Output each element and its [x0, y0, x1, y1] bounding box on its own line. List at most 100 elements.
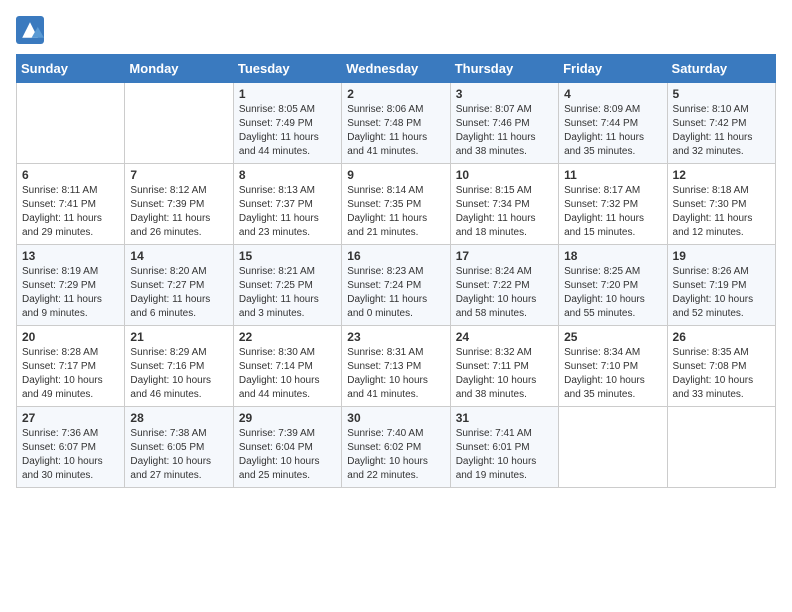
calendar-cell: 15 Sunrise: 8:21 AM Sunset: 7:25 PM Dayli…: [233, 245, 341, 326]
calendar-week-row: 13 Sunrise: 8:19 AM Sunset: 7:29 PM Dayli…: [17, 245, 776, 326]
cell-content: Sunrise: 8:12 AM Sunset: 7:39 PM Dayligh…: [130, 184, 227, 240]
day-number: 13: [22, 249, 119, 263]
calendar-cell: 21 Sunrise: 8:29 AM Sunset: 7:16 PM Dayli…: [125, 326, 233, 407]
cell-content: Sunrise: 8:14 AM Sunset: 7:35 PM Dayligh…: [347, 184, 444, 240]
calendar-cell: 13 Sunrise: 8:19 AM Sunset: 7:29 PM Dayli…: [17, 245, 125, 326]
calendar-cell: 28 Sunrise: 7:38 AM Sunset: 6:05 PM Dayli…: [125, 407, 233, 488]
calendar-cell: 14Sunrise: 8:20 AM Sunset: 7:27 PM Dayli…: [125, 245, 233, 326]
calendar-cell: 5 Sunrise: 8:10 AM Sunset: 7:42 PM Daylig…: [667, 83, 775, 164]
calendar-cell: 6 Sunrise: 8:11 AM Sunset: 7:41 PM Daylig…: [17, 164, 125, 245]
calendar-cell: 1Sunrise: 8:05 AM Sunset: 7:49 PM Daylig…: [233, 83, 341, 164]
day-number: 21: [130, 330, 227, 344]
weekday-header: Saturday: [667, 55, 775, 83]
calendar-cell: 29 Sunrise: 7:39 AM Sunset: 6:04 PM Dayli…: [233, 407, 341, 488]
calendar-cell: 11 Sunrise: 8:17 AM Sunset: 7:32 PM Dayli…: [559, 164, 667, 245]
calendar-cell: 3 Sunrise: 8:07 AM Sunset: 7:46 PM Daylig…: [450, 83, 558, 164]
day-number: 8: [239, 168, 336, 182]
day-number: 9: [347, 168, 444, 182]
day-number: 16: [347, 249, 444, 263]
cell-content: Sunrise: 7:40 AM Sunset: 6:02 PM Dayligh…: [347, 427, 444, 483]
calendar-cell: 20 Sunrise: 8:28 AM Sunset: 7:17 PM Dayli…: [17, 326, 125, 407]
cell-content: Sunrise: 8:28 AM Sunset: 7:17 PM Dayligh…: [22, 346, 119, 402]
cell-content: Sunrise: 7:36 AM Sunset: 6:07 PM Dayligh…: [22, 427, 119, 483]
cell-content: Sunrise: 7:39 AM Sunset: 6:04 PM Dayligh…: [239, 427, 336, 483]
day-number: 31: [456, 411, 553, 425]
day-number: 6: [22, 168, 119, 182]
calendar-cell: 17 Sunrise: 8:24 AM Sunset: 7:22 PM Dayli…: [450, 245, 558, 326]
cell-content: Sunrise: 8:11 AM Sunset: 7:41 PM Dayligh…: [22, 184, 119, 240]
calendar-cell: 22Sunrise: 8:30 AM Sunset: 7:14 PM Dayli…: [233, 326, 341, 407]
day-number: 27: [22, 411, 119, 425]
day-number: 28: [130, 411, 227, 425]
logo-icon: [16, 16, 44, 44]
day-number: 3: [456, 87, 553, 101]
weekday-header: Sunday: [17, 55, 125, 83]
cell-content: Sunrise: 8:29 AM Sunset: 7:16 PM Dayligh…: [130, 346, 227, 402]
cell-content: Sunrise: 7:38 AM Sunset: 6:05 PM Dayligh…: [130, 427, 227, 483]
day-number: 17: [456, 249, 553, 263]
day-number: 4: [564, 87, 661, 101]
cell-content: Sunrise: 8:18 AM Sunset: 7:30 PM Dayligh…: [673, 184, 770, 240]
cell-content: Sunrise: 7:41 AM Sunset: 6:01 PM Dayligh…: [456, 427, 553, 483]
cell-content: Sunrise: 8:06 AM Sunset: 7:48 PM Dayligh…: [347, 103, 444, 159]
calendar-cell: 16 Sunrise: 8:23 AM Sunset: 7:24 PM Dayli…: [342, 245, 450, 326]
cell-content: Sunrise: 8:05 AM Sunset: 7:49 PM Dayligh…: [239, 103, 336, 159]
calendar-week-row: 6 Sunrise: 8:11 AM Sunset: 7:41 PM Daylig…: [17, 164, 776, 245]
cell-content: Sunrise: 8:21 AM Sunset: 7:25 PM Dayligh…: [239, 265, 336, 321]
cell-content: Sunrise: 8:23 AM Sunset: 7:24 PM Dayligh…: [347, 265, 444, 321]
calendar-cell: 27 Sunrise: 7:36 AM Sunset: 6:07 PM Dayli…: [17, 407, 125, 488]
day-number: 5: [673, 87, 770, 101]
calendar-cell: 18Sunrise: 8:25 AM Sunset: 7:20 PM Dayli…: [559, 245, 667, 326]
calendar-cell: 4Sunrise: 8:09 AM Sunset: 7:44 PM Daylig…: [559, 83, 667, 164]
calendar-cell: 23 Sunrise: 8:31 AM Sunset: 7:13 PM Dayli…: [342, 326, 450, 407]
calendar-cell: 25 Sunrise: 8:34 AM Sunset: 7:10 PM Dayli…: [559, 326, 667, 407]
day-number: 20: [22, 330, 119, 344]
day-number: 19: [673, 249, 770, 263]
calendar-cell: 10Sunrise: 8:15 AM Sunset: 7:34 PM Dayli…: [450, 164, 558, 245]
calendar-table: SundayMondayTuesdayWednesdayThursdayFrid…: [16, 54, 776, 488]
cell-content: Sunrise: 8:19 AM Sunset: 7:29 PM Dayligh…: [22, 265, 119, 321]
calendar-cell: [667, 407, 775, 488]
cell-content: Sunrise: 8:07 AM Sunset: 7:46 PM Dayligh…: [456, 103, 553, 159]
weekday-header: Wednesday: [342, 55, 450, 83]
day-number: 11: [564, 168, 661, 182]
day-number: 15: [239, 249, 336, 263]
calendar-cell: 24Sunrise: 8:32 AM Sunset: 7:11 PM Dayli…: [450, 326, 558, 407]
calendar-week-row: 27 Sunrise: 7:36 AM Sunset: 6:07 PM Dayli…: [17, 407, 776, 488]
cell-content: Sunrise: 8:34 AM Sunset: 7:10 PM Dayligh…: [564, 346, 661, 402]
calendar-week-row: 20 Sunrise: 8:28 AM Sunset: 7:17 PM Dayli…: [17, 326, 776, 407]
day-number: 14: [130, 249, 227, 263]
calendar-cell: 19Sunrise: 8:26 AM Sunset: 7:19 PM Dayli…: [667, 245, 775, 326]
day-number: 30: [347, 411, 444, 425]
day-number: 25: [564, 330, 661, 344]
calendar-cell: [17, 83, 125, 164]
calendar-cell: 12Sunrise: 8:18 AM Sunset: 7:30 PM Dayli…: [667, 164, 775, 245]
calendar-cell: 7 Sunrise: 8:12 AM Sunset: 7:39 PM Daylig…: [125, 164, 233, 245]
cell-content: Sunrise: 8:31 AM Sunset: 7:13 PM Dayligh…: [347, 346, 444, 402]
day-number: 26: [673, 330, 770, 344]
cell-content: Sunrise: 8:17 AM Sunset: 7:32 PM Dayligh…: [564, 184, 661, 240]
cell-content: Sunrise: 8:10 AM Sunset: 7:42 PM Dayligh…: [673, 103, 770, 159]
calendar-cell: [559, 407, 667, 488]
day-number: 2: [347, 87, 444, 101]
day-number: 23: [347, 330, 444, 344]
day-number: 10: [456, 168, 553, 182]
page-header: [16, 16, 776, 44]
calendar-cell: 30 Sunrise: 7:40 AM Sunset: 6:02 PM Dayli…: [342, 407, 450, 488]
day-number: 24: [456, 330, 553, 344]
cell-content: Sunrise: 8:25 AM Sunset: 7:20 PM Dayligh…: [564, 265, 661, 321]
day-number: 7: [130, 168, 227, 182]
day-number: 22: [239, 330, 336, 344]
weekday-header: Monday: [125, 55, 233, 83]
day-number: 29: [239, 411, 336, 425]
cell-content: Sunrise: 8:24 AM Sunset: 7:22 PM Dayligh…: [456, 265, 553, 321]
cell-content: Sunrise: 8:35 AM Sunset: 7:08 PM Dayligh…: [673, 346, 770, 402]
calendar-cell: 9 Sunrise: 8:14 AM Sunset: 7:35 PM Daylig…: [342, 164, 450, 245]
calendar-week-row: 1Sunrise: 8:05 AM Sunset: 7:49 PM Daylig…: [17, 83, 776, 164]
cell-content: Sunrise: 8:13 AM Sunset: 7:37 PM Dayligh…: [239, 184, 336, 240]
logo: [16, 16, 48, 44]
calendar-cell: 2 Sunrise: 8:06 AM Sunset: 7:48 PM Daylig…: [342, 83, 450, 164]
calendar-cell: 26 Sunrise: 8:35 AM Sunset: 7:08 PM Dayli…: [667, 326, 775, 407]
calendar-cell: 8 Sunrise: 8:13 AM Sunset: 7:37 PM Daylig…: [233, 164, 341, 245]
calendar-cell: [125, 83, 233, 164]
